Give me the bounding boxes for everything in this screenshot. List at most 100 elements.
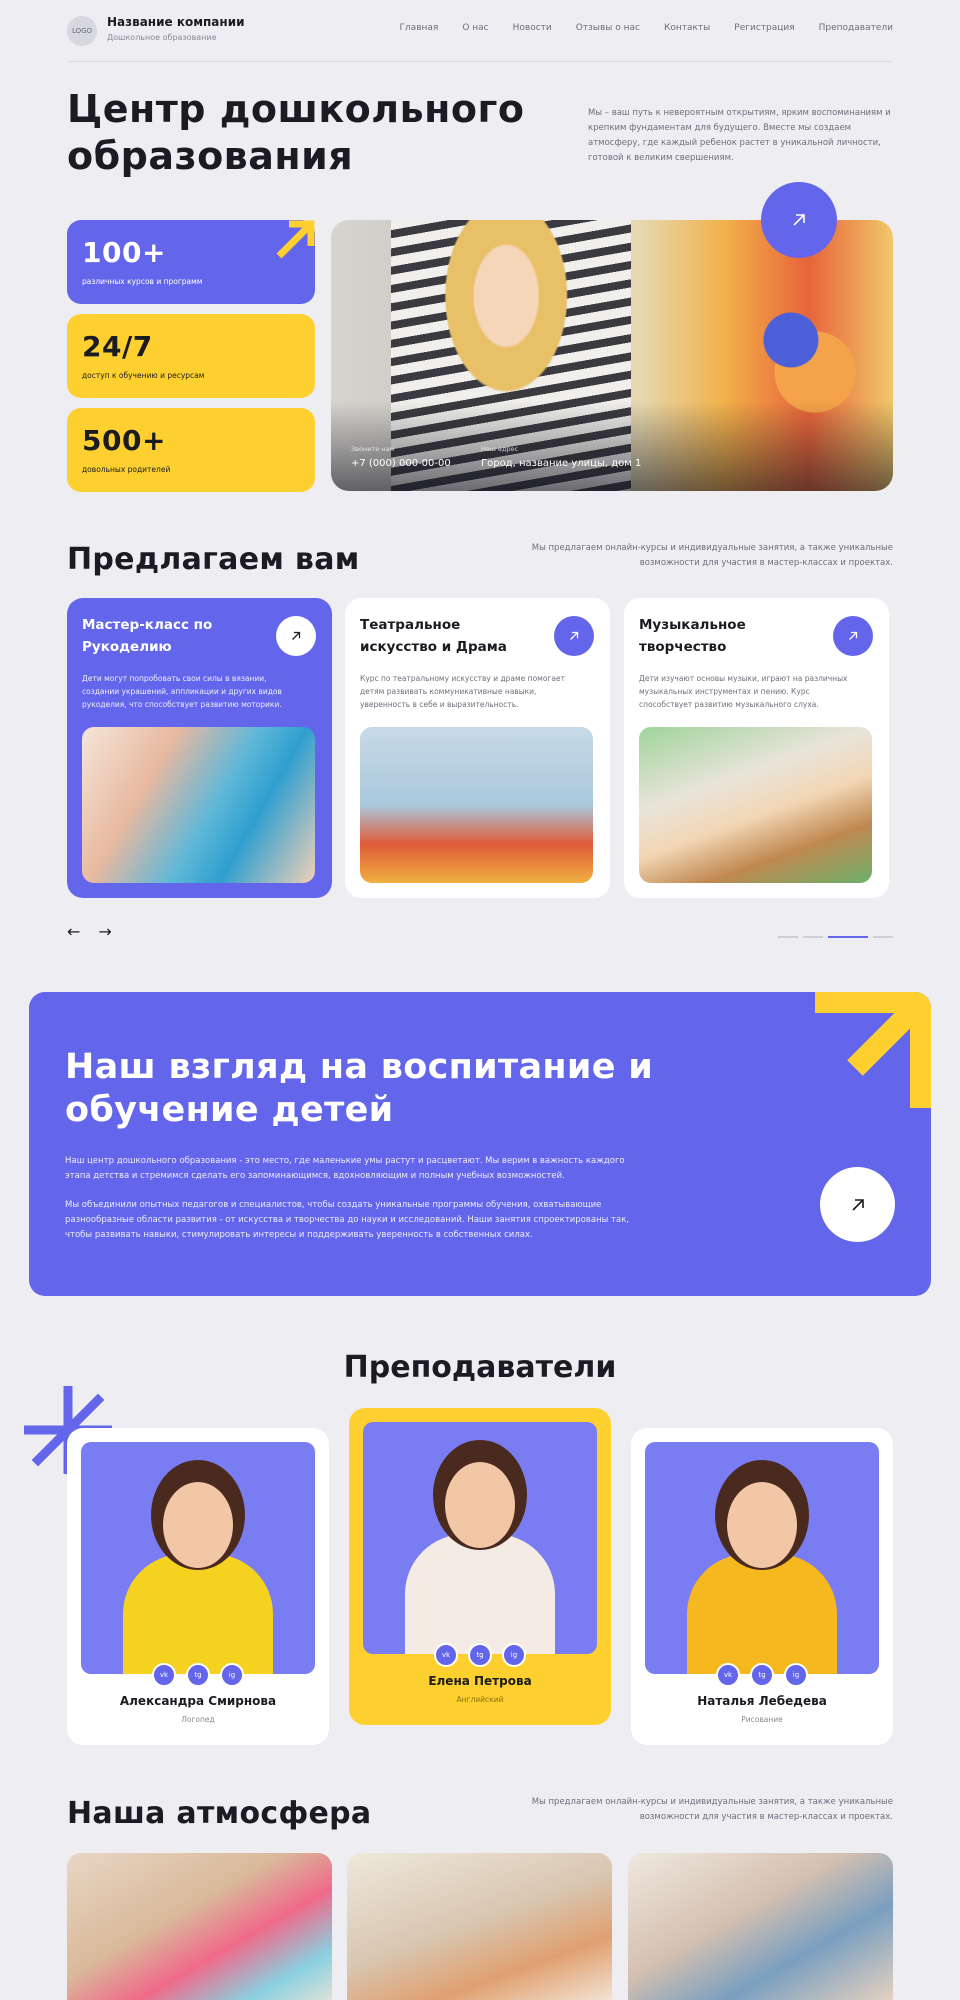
arrow-up-right-icon	[849, 631, 858, 640]
stat-value: 100+	[82, 236, 166, 269]
card-title: Театральное искусство и Драма	[360, 617, 507, 655]
nav-reviews[interactable]: Отзывы о нас	[576, 23, 640, 33]
nav-contacts[interactable]: Контакты	[664, 23, 710, 33]
atmosphere-description: Мы предлагаем онлайн-курсы и индивидуаль…	[531, 1797, 893, 1822]
stat-label: различных курсов и программ	[82, 277, 203, 286]
slider-controls: ← →	[67, 922, 112, 941]
teacher-figure	[405, 1534, 555, 1654]
vk-icon[interactable]: vk	[434, 1643, 458, 1667]
card-arrow-button[interactable]	[554, 616, 594, 656]
teachers-title: Преподаватели	[343, 1350, 617, 1385]
hero-arrow-button[interactable]	[761, 182, 837, 258]
nav-registration[interactable]: Регистрация	[734, 23, 794, 33]
teacher-role: Рисование	[741, 1715, 783, 1724]
slider-dot[interactable]	[803, 936, 823, 938]
instagram-icon[interactable]: ig	[220, 1663, 244, 1687]
teacher-head	[163, 1482, 233, 1568]
arrow-up-right-icon	[793, 214, 805, 226]
logo[interactable]: LOGO	[67, 16, 97, 46]
teacher-socials: vk tg ig	[67, 1663, 329, 1687]
offer-card-handicraft[interactable]: Мастер-класс по Рукоделию Дети могут поп…	[67, 598, 332, 898]
offers-title: Предлагаем вам	[67, 542, 360, 577]
offer-card-theatre[interactable]: Театральное искусство и Драма Курс по те…	[345, 598, 610, 898]
prev-arrow-icon[interactable]: ←	[67, 922, 80, 941]
slider-dot-active[interactable]	[828, 936, 868, 938]
stat-label: доступ к обучению и ресурсам	[82, 371, 205, 380]
teacher-photo	[363, 1422, 597, 1654]
instagram-icon[interactable]: ig	[784, 1663, 808, 1687]
teacher-figure	[687, 1554, 837, 1674]
vision-title-line1: Наш взгляд на воспитание и	[65, 1047, 654, 1087]
teacher-socials: vk tg ig	[349, 1643, 611, 1667]
gallery-image	[628, 1853, 893, 2000]
telegram-icon[interactable]: tg	[186, 1663, 210, 1687]
address-block: Наш адрес Город, название улицы, дом 1	[481, 445, 641, 469]
site-header: LOGO Название компании Дошкольное образо…	[67, 12, 893, 62]
stat-value: 24/7	[82, 330, 153, 363]
stat-courses: 100+ различных курсов и программ	[67, 220, 315, 304]
offers-description: Мы предлагаем онлайн-курсы и индивидуаль…	[531, 543, 893, 568]
stat-label: довольных родителей	[82, 465, 171, 474]
handicraft-image	[82, 727, 315, 883]
teacher-photo	[81, 1442, 315, 1674]
paint-image	[743, 260, 863, 420]
atmosphere-title: Наша атмосфера	[67, 1796, 372, 1831]
card-arrow-button[interactable]	[276, 616, 316, 656]
company-name: Название компании	[107, 15, 245, 29]
arrow-up-right-icon	[570, 631, 579, 640]
stat-value: 500+	[82, 424, 166, 457]
phone-number[interactable]: +7 (000) 000-00-00	[351, 458, 451, 469]
teacher-head	[727, 1482, 797, 1568]
arrow-up-right-icon	[292, 631, 301, 640]
teacher-role: Английский	[456, 1695, 504, 1704]
instagram-icon[interactable]: ig	[502, 1643, 526, 1667]
main-nav: Главная О нас Новости Отзывы о нас Конта…	[399, 23, 893, 33]
card-title: Музыкальное творчество	[639, 617, 746, 655]
next-arrow-icon[interactable]: →	[98, 922, 111, 941]
offer-card-music[interactable]: Музыкальное творчество Дети изучают осно…	[624, 598, 889, 898]
nav-teachers[interactable]: Преподаватели	[819, 23, 893, 33]
hero-title-line2: образования	[67, 134, 354, 178]
vision-paragraph-2: Мы объединили опытных педагогов и специа…	[65, 1200, 630, 1240]
teacher-card[interactable]: vk tg ig Александра Смирнова Логопед	[67, 1428, 329, 1745]
teacher-socials: vk tg ig	[631, 1663, 893, 1687]
phone-label: Звоните нам	[351, 445, 395, 453]
card-text: Дети могут попробовать свои силы в вязан…	[82, 674, 282, 709]
company-subtitle: Дошкольное образование	[107, 33, 217, 42]
vision-paragraph-1: Наш центр дошкольного образования - это …	[65, 1156, 625, 1181]
nav-about[interactable]: О нас	[462, 23, 488, 33]
hero-title-line1: Центр дошкольного	[67, 87, 525, 131]
hero-description: Мы – ваш путь к невероятным открытиям, я…	[588, 108, 891, 163]
teacher-photo	[645, 1442, 879, 1674]
telegram-icon[interactable]: tg	[750, 1663, 774, 1687]
vision-section: Наш взгляд на воспитание и обучение дете…	[29, 992, 931, 1296]
arrow-decoration-icon	[276, 220, 315, 259]
telegram-icon[interactable]: tg	[468, 1643, 492, 1667]
card-text: Дети изучают основы музыки, играют на ра…	[639, 674, 848, 709]
teacher-name: Александра Смирнова	[119, 1694, 277, 1708]
gallery-image	[347, 1853, 612, 2000]
teacher-card[interactable]: vk tg ig Наталья Лебедева Рисование	[631, 1428, 893, 1745]
address: Город, название улицы, дом 1	[481, 458, 642, 469]
card-title: Мастер-класс по Рукоделию	[82, 617, 213, 655]
stat-parents: 500+ довольных родителей	[67, 408, 315, 492]
phone-block: Звоните нам +7 (000) 000-00-00	[351, 445, 451, 469]
stat-access: 24/7 доступ к обучению и ресурсам	[67, 314, 315, 398]
card-text: Курс по театральному искусству и драме п…	[360, 674, 565, 709]
brand: Название компании Дошкольное образование	[107, 15, 245, 42]
nav-home[interactable]: Главная	[399, 23, 438, 33]
arrow-decoration-icon	[815, 992, 931, 1108]
vision-title-line2: обучение детей	[65, 1090, 394, 1130]
vision-arrow-button[interactable]	[820, 1167, 895, 1242]
slider-dots	[778, 936, 893, 938]
card-arrow-button[interactable]	[833, 616, 873, 656]
slider-dot[interactable]	[778, 936, 798, 938]
vision-title: Наш взгляд на воспитание и обучение дете…	[65, 1046, 653, 1132]
vk-icon[interactable]: vk	[152, 1663, 176, 1687]
teacher-card-featured[interactable]: vk tg ig Елена Петрова Английский	[349, 1408, 611, 1725]
gallery-image	[67, 1853, 332, 2000]
teacher-role: Логопед	[181, 1715, 215, 1724]
slider-dot[interactable]	[873, 936, 893, 938]
nav-news[interactable]: Новости	[513, 23, 552, 33]
vk-icon[interactable]: vk	[716, 1663, 740, 1687]
